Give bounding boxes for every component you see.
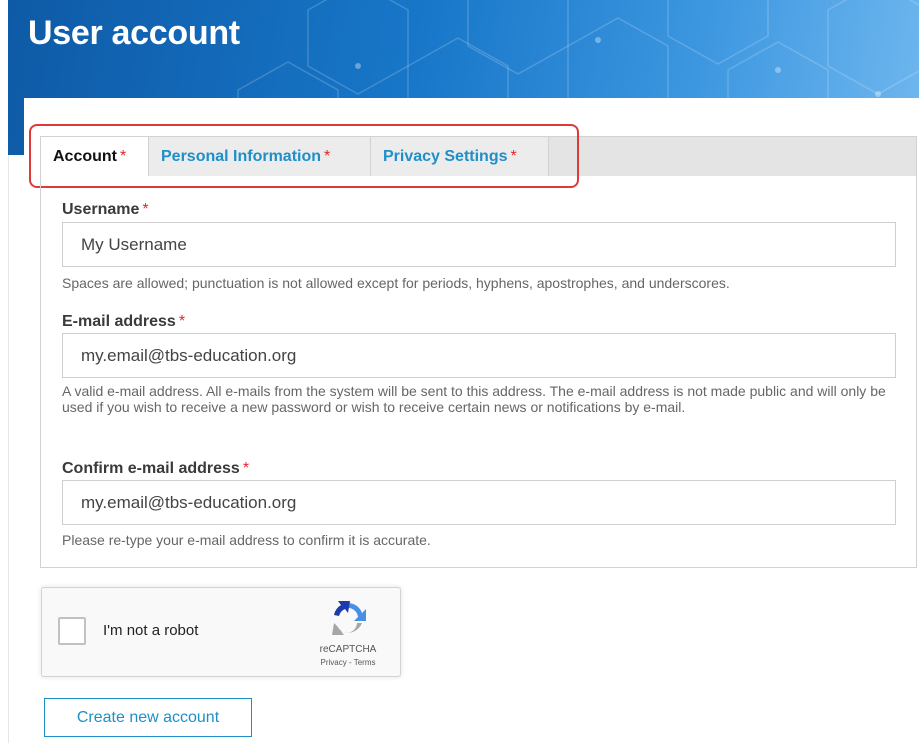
page: User account Account * Personal Informati…	[0, 0, 919, 743]
recaptcha-label: I'm not a robot	[103, 622, 199, 639]
required-asterisk: *	[120, 148, 127, 165]
content-left-border	[8, 155, 9, 743]
username-description: Spaces are allowed; punctuation is not a…	[62, 275, 730, 291]
tab-personal-information[interactable]: Personal Information *	[149, 137, 371, 176]
recaptcha-privacy-terms-links[interactable]: Privacy - Terms	[308, 658, 388, 667]
required-asterisk: *	[324, 148, 331, 165]
tab-label: Personal Information	[161, 148, 322, 165]
create-account-button[interactable]: Create new account	[44, 698, 252, 737]
username-label: Username *	[62, 201, 149, 218]
confirm-email-description: Please re-type your e-mail address to co…	[62, 532, 431, 548]
tab-privacy-settings[interactable]: Privacy Settings *	[371, 137, 549, 176]
required-asterisk: *	[142, 201, 149, 218]
recaptcha-brand-text: reCAPTCHA	[319, 644, 377, 655]
email-label: E-mail address *	[62, 313, 186, 330]
recaptcha-logo-icon	[332, 601, 366, 635]
tab-label: Privacy Settings	[383, 148, 508, 165]
recaptcha-widget: I'm not a robot reCAPTCHA Privacy - Term…	[41, 587, 401, 677]
confirm-email-label: Confirm e-mail address *	[62, 460, 250, 477]
username-input[interactable]	[62, 222, 896, 267]
confirm-email-input[interactable]	[62, 480, 896, 525]
required-asterisk: *	[242, 460, 250, 477]
page-title: User account	[28, 14, 240, 52]
required-asterisk: *	[510, 148, 517, 165]
tab-account[interactable]: Account *	[41, 137, 149, 176]
required-asterisk: *	[178, 313, 186, 330]
tab-label: Account	[53, 148, 117, 165]
email-input[interactable]	[62, 333, 896, 378]
recaptcha-checkbox[interactable]	[58, 617, 86, 645]
email-description: A valid e-mail address. All e-mails from…	[62, 383, 886, 415]
